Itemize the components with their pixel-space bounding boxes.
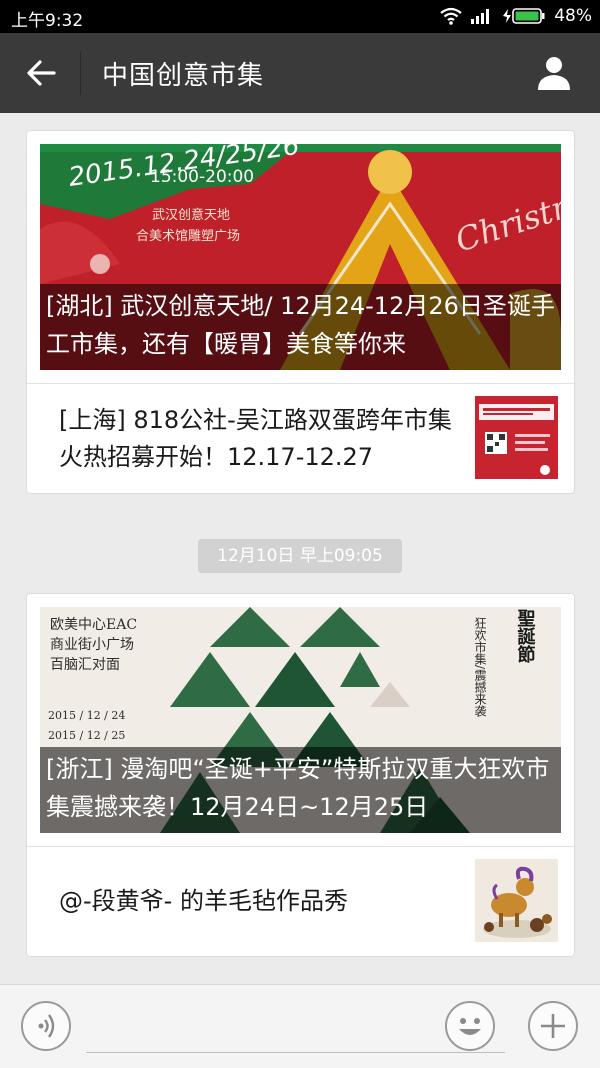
message-input[interactable] (86, 1052, 505, 1053)
thumbnail-poster-1 (475, 396, 558, 479)
emoji-icon (459, 1018, 481, 1035)
status-bar: 上午9:32 48% (0, 0, 600, 33)
hero-art-venue-2: 合美术馆雕塑广场 (136, 229, 240, 244)
voice-button[interactable] (21, 1001, 71, 1051)
page-title: 中国创意市集 (102, 61, 265, 91)
hero-art-vertical-2: 聖誕節 (515, 609, 536, 664)
hero-art-line-2: 商业街小广场 (50, 637, 134, 653)
battery-icon (503, 8, 545, 24)
hero-article-1[interactable]: 2015.12.24/25/26 15:00-20:00 武汉创意天地 合美术馆… (40, 144, 561, 370)
hero-caption-2: [浙江] 漫淘吧“圣诞+平安”特斯拉双重大狂欢市集震撼来袭！12月24日~12月… (40, 747, 561, 833)
back-arrow-icon[interactable] (22, 53, 62, 93)
hero-art-line-1: 欧美中心EAC (50, 617, 137, 633)
article-card-2: 欧美中心EAC 商业街小广场 百脑汇对面 2015 / 12 / 24 2015… (26, 593, 575, 957)
hero-art-date-2: 2015 / 12 / 25 (48, 729, 125, 742)
input-bar (0, 984, 600, 1068)
hero-art-vertical-1: 狂欢市集/震撼来袭 (473, 617, 487, 718)
hero-article-2[interactable]: 欧美中心EAC 商业街小广场 百脑汇对面 2015 / 12 / 24 2015… (40, 607, 561, 833)
article-card-1: 2015.12.24/25/26 15:00-20:00 武汉创意天地 合美术馆… (26, 130, 575, 494)
battery-percent: 48% (554, 6, 592, 26)
sub-article-2[interactable]: @-段黄爷- 的羊毛毡作品秀 (27, 847, 574, 956)
hero-caption-1: [湖北] 武汉创意天地/ 12月24-12月26日圣诞手工市集，还有【暖胃】美食… (40, 284, 561, 370)
hero-art-venue-1: 武汉创意天地 (152, 207, 230, 223)
nav-bar: 中国创意市集 (0, 33, 600, 113)
message-timestamp: 12月10日 早上09:05 (198, 539, 402, 573)
status-time: 上午9:32 (11, 11, 84, 31)
sub-article-title-2: @-段黄爷- 的羊毛毡作品秀 (59, 887, 348, 915)
wifi-icon (440, 7, 462, 25)
hero-art-line-3: 百脑汇对面 (50, 657, 120, 673)
emoji-button[interactable] (445, 1001, 495, 1051)
voice-icon (38, 1014, 55, 1038)
status-indicators: 48% (440, 6, 592, 26)
user-icon[interactable] (534, 53, 574, 93)
thumbnail-image-1 (475, 396, 558, 479)
plus-button[interactable] (528, 1001, 578, 1051)
hero-art-date-1: 2015 / 12 / 24 (48, 709, 125, 722)
sub-article-title-1: [上海] 818公社-吴江路双蛋跨年市集火热招募开始！12.17-12.27 (59, 406, 452, 471)
signal-icon (471, 9, 490, 24)
nav-divider (80, 51, 81, 95)
plus-icon (541, 1014, 565, 1038)
hero-art-time: 15:00-20:00 (150, 167, 254, 187)
sub-article-1[interactable]: [上海] 818公社-吴江路双蛋跨年市集火热招募开始！12.17-12.27 (27, 384, 574, 493)
thumbnail-image-2 (475, 859, 558, 942)
thumbnail-felt-craft (475, 859, 558, 942)
